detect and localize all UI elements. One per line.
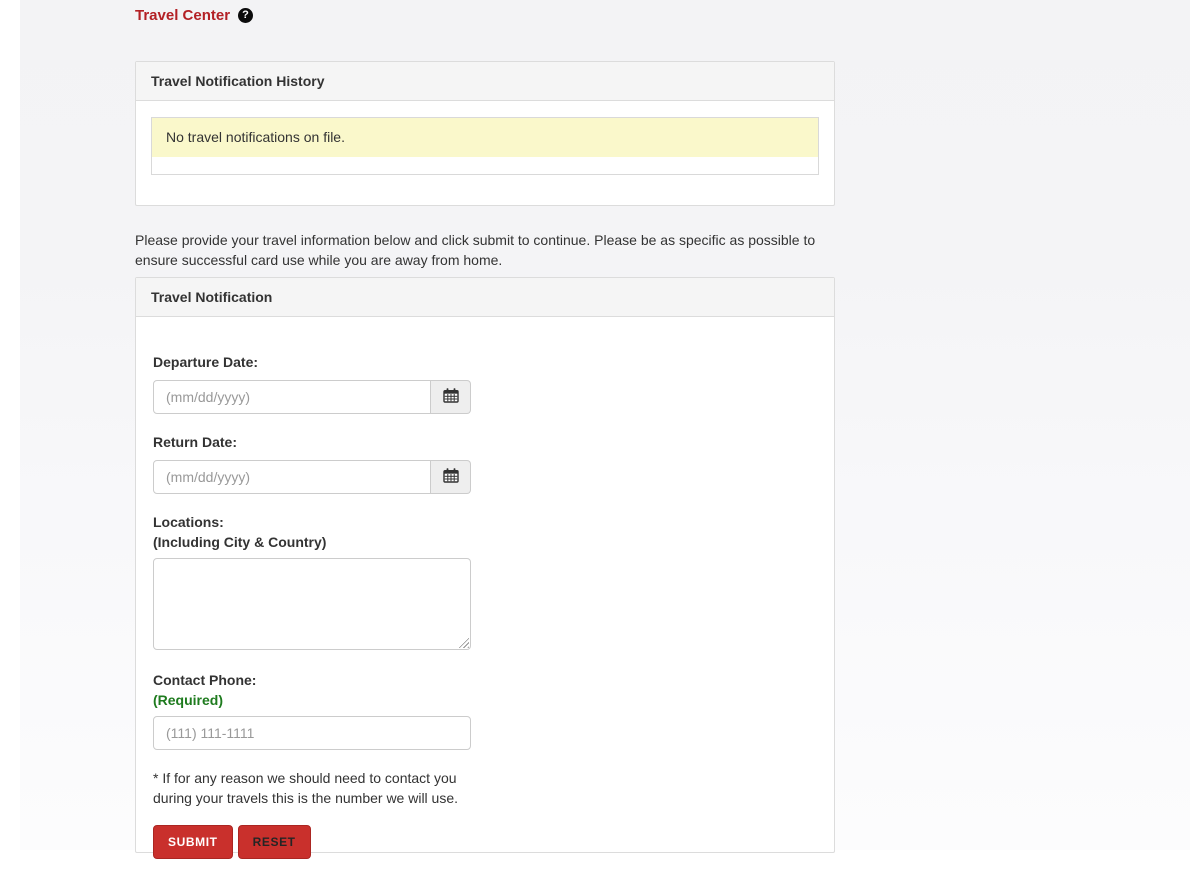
departure-date-group — [153, 380, 471, 414]
locations-textarea[interactable] — [153, 558, 471, 650]
travel-notification-history-panel: Travel Notification History No travel no… — [135, 61, 835, 206]
calendar-icon — [442, 388, 459, 406]
form-panel-header: Travel Notification — [136, 278, 834, 317]
history-panel-header: Travel Notification History — [136, 62, 834, 101]
travel-notification-panel: Travel Notification Departure Date: (mm/… — [135, 277, 835, 859]
contact-phone-help-text: * If for any reason we should need to co… — [153, 770, 459, 806]
return-date-label: Return Date: — [153, 434, 238, 450]
contact-phone-label: Contact Phone: — [153, 672, 257, 688]
travel-notification-form: Departure Date: (mm/dd/yyyy) Return Date… — [136, 317, 834, 878]
page-title-row: Travel Center ? — [135, 6, 835, 24]
return-calendar-button[interactable] — [431, 460, 471, 494]
form-actions: SUBMIT RESET — [153, 825, 817, 859]
locations-label: Locations: — [153, 514, 224, 530]
travel-center-content: Travel Center ? Travel Notification Hist… — [135, 0, 835, 859]
contact-phone-required-note: (Required) — [153, 692, 223, 708]
locations-sublabel: (Including City & Country) — [153, 534, 327, 550]
history-panel-body: No travel notifications on file. — [136, 101, 834, 205]
locations-field-wrap — [153, 558, 471, 650]
help-icon[interactable]: ? — [238, 7, 254, 23]
departure-date-input[interactable] — [153, 380, 431, 414]
departure-calendar-button[interactable] — [431, 380, 471, 414]
history-empty-message: No travel notifications on file. — [152, 118, 818, 157]
intro-text: Please provide your travel information b… — [135, 232, 816, 268]
reset-button[interactable]: RESET — [237, 825, 311, 859]
return-date-group — [153, 460, 471, 494]
return-date-input[interactable] — [153, 460, 431, 494]
contact-phone-input[interactable] — [153, 716, 471, 750]
history-empty-box: No travel notifications on file. — [151, 117, 819, 175]
history-empty-row — [152, 157, 818, 174]
departure-date-label: Departure Date: — [153, 354, 259, 370]
page-title: Travel Center — [135, 6, 231, 24]
submit-button[interactable]: SUBMIT — [153, 825, 233, 859]
calendar-icon — [442, 468, 459, 486]
